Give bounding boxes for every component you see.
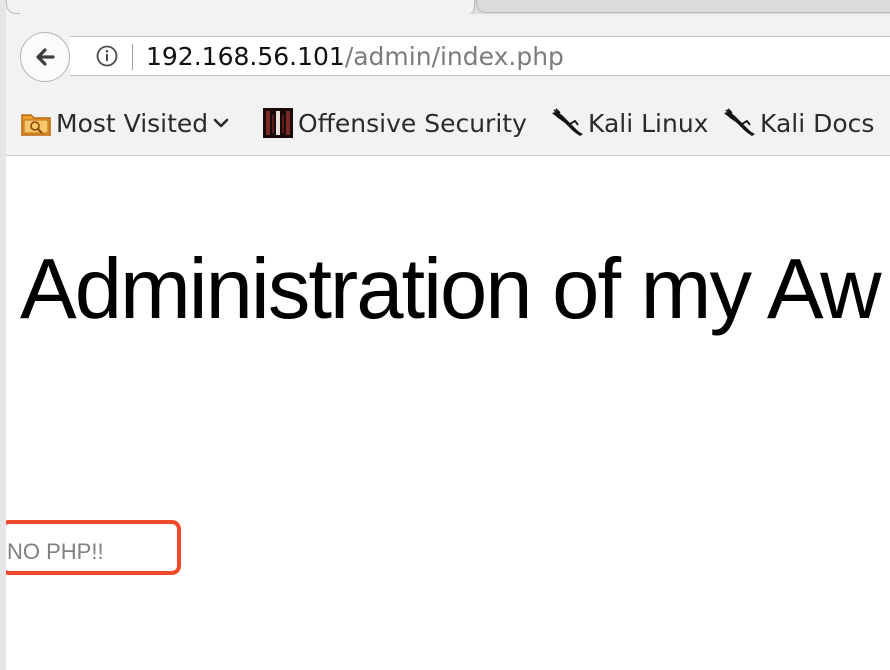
folder-icon [21,114,51,136]
tab-strip [6,0,890,14]
tab-edge [6,0,20,14]
bookmark-offensive-security[interactable]: Offensive Security [262,106,527,140]
tab-active[interactable] [6,0,475,14]
kali-dragon-icon [724,108,755,136]
url-text[interactable]: 192.168.56.101/admin/index.php [146,41,564,73]
bookmark-most-visited[interactable]: Most Visited [20,106,231,140]
bookmark-label: Offensive Security [298,108,527,138]
bookmark-label: Most Visited [56,108,209,138]
tab-inactive[interactable] [476,0,890,13]
navigation-bar: 192.168.56.101/admin/index.php [6,14,890,92]
browser-window: 192.168.56.101/admin/index.php Most Visi… [0,0,890,670]
page-content: Administration of my Aw NO PHP!! [6,156,890,670]
bookmark-label: Kali Docs [760,108,875,138]
offensive-security-icon [263,108,293,138]
kali-dragon-icon [552,108,583,136]
bookmarks-toolbar: Most Visited Offensive Security Kali Lin… [6,92,890,156]
back-arrow-icon [36,48,55,66]
url-host: 192.168.56.101 [146,42,345,71]
back-button[interactable] [20,32,70,82]
url-bar[interactable]: 192.168.56.101/admin/index.php [70,36,890,76]
bookmark-kali-docs[interactable]: Kali Docs [722,106,874,140]
bookmark-kali-linux[interactable]: Kali Linux [550,106,708,140]
page-title: Administration of my Aw [20,242,881,337]
highlight-annotation [6,520,181,575]
url-separator [132,44,133,70]
info-icon[interactable] [96,45,118,67]
chevron-down-icon [213,118,229,128]
bookmark-label: Kali Linux [588,108,709,138]
url-path: /admin/index.php [344,42,564,71]
